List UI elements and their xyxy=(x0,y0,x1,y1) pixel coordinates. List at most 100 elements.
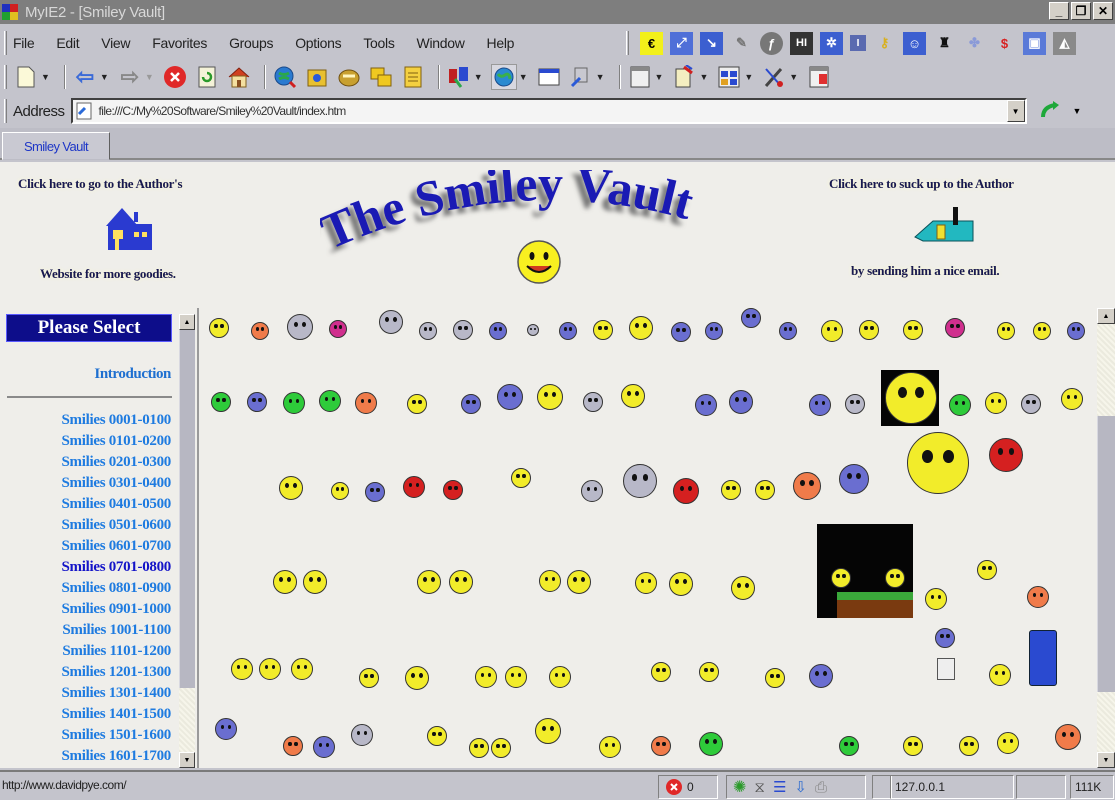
email-author-text-bottom[interactable]: by sending him a nice email. xyxy=(851,263,1000,279)
smiley-image[interactable] xyxy=(313,736,335,758)
smiley-image[interactable] xyxy=(997,322,1015,340)
scroll-thumb[interactable] xyxy=(179,330,195,688)
nav-link-0801-0900[interactable]: Smilies 0801-0900 xyxy=(62,578,172,599)
popup-filter-button[interactable] xyxy=(446,64,472,90)
smiley-image[interactable] xyxy=(699,732,723,756)
author-website-text-top[interactable]: Click here to go to the Author's xyxy=(18,176,183,192)
smiley-image[interactable] xyxy=(231,658,253,680)
nav-link-0101-0200[interactable]: Smilies 0101-0200 xyxy=(62,431,172,452)
smiley-image[interactable] xyxy=(741,308,761,328)
globe-status-icon[interactable]: ✺ xyxy=(733,777,746,797)
nav-link-1601-1700[interactable]: Smilies 1601-1700 xyxy=(62,746,172,767)
smiley-image[interactable] xyxy=(489,322,507,340)
menu-edit[interactable]: Edit xyxy=(56,35,79,51)
smiley-image[interactable] xyxy=(859,320,879,340)
smiley-image[interactable] xyxy=(629,316,653,340)
smiley-image[interactable] xyxy=(461,394,481,414)
smiley-image[interactable] xyxy=(351,724,373,746)
smiley-image[interactable] xyxy=(989,438,1023,472)
smiley-image[interactable] xyxy=(319,390,341,412)
close-button[interactable]: ✕ xyxy=(1093,2,1113,20)
smiley-image[interactable] xyxy=(623,464,657,498)
smiley-image[interactable] xyxy=(581,480,603,502)
gallery-scroll-down-button[interactable]: ▼ xyxy=(1097,752,1115,768)
key-icon[interactable]: ⚷ xyxy=(873,32,896,55)
smiley-image[interactable] xyxy=(705,322,723,340)
smiley-image[interactable] xyxy=(419,322,437,340)
scroll-down-button[interactable]: ▼ xyxy=(179,752,195,768)
smiley-image[interactable] xyxy=(283,392,305,414)
smiley-image[interactable] xyxy=(287,314,313,340)
user-icon[interactable]: ☺ xyxy=(903,31,926,55)
smiley-image[interactable] xyxy=(839,464,869,494)
smiley-image[interactable] xyxy=(1027,586,1049,608)
tile-dropdown[interactable]: ▼ xyxy=(744,72,753,82)
history-button[interactable] xyxy=(336,64,362,90)
smiley-image[interactable] xyxy=(635,572,657,594)
properties-button[interactable] xyxy=(761,64,787,90)
toolbar-grip[interactable] xyxy=(4,65,7,89)
smiley-image[interactable] xyxy=(527,324,539,336)
smiley-image[interactable] xyxy=(403,476,425,498)
smiley-image[interactable] xyxy=(669,572,693,596)
smiley-image[interactable] xyxy=(365,482,385,502)
smiley-image[interactable] xyxy=(997,732,1019,754)
spy-icon[interactable]: ♜ xyxy=(933,32,956,55)
smiley-image[interactable] xyxy=(407,394,427,414)
smiley-image[interactable] xyxy=(247,392,267,412)
popup-blocked-pane[interactable]: 0 xyxy=(658,775,718,799)
smiley-image[interactable] xyxy=(671,322,691,342)
print-status-icon[interactable]: ⎙ xyxy=(815,779,827,796)
new-window-button[interactable] xyxy=(13,64,39,90)
smiley-image[interactable] xyxy=(959,736,979,756)
nav-link-1401-1500[interactable]: Smilies 1401-1500 xyxy=(62,704,172,725)
notes-button[interactable] xyxy=(400,64,426,90)
smiley-image[interactable] xyxy=(1021,394,1041,414)
smiley-image[interactable] xyxy=(673,478,699,504)
smiley-image[interactable] xyxy=(251,322,269,340)
smiley-image[interactable] xyxy=(405,666,429,690)
network-icon[interactable]: ✲ xyxy=(820,31,843,55)
web-button[interactable] xyxy=(490,64,517,90)
smiley-image[interactable] xyxy=(845,394,865,414)
gallery-scrollbar[interactable]: ▲ ▼ xyxy=(1097,308,1115,768)
close-tab-button[interactable] xyxy=(806,64,832,90)
filter-status-icon[interactable]: ⧖ xyxy=(754,779,765,796)
back-dropdown[interactable]: ▼ xyxy=(100,72,109,82)
gallery-scroll-track-top[interactable] xyxy=(1097,324,1115,416)
addressbar-grip[interactable] xyxy=(4,99,7,123)
nav-link-1501-1600[interactable]: Smilies 1501-1600 xyxy=(62,725,172,746)
smiley-image[interactable] xyxy=(593,320,613,340)
smiley-image[interactable] xyxy=(907,432,969,494)
author-website-text-bottom[interactable]: Website for more goodies. xyxy=(40,266,176,282)
new-window-dropdown[interactable]: ▼ xyxy=(41,72,50,82)
ext-toolbar-grip[interactable] xyxy=(626,31,629,55)
smiley-image[interactable] xyxy=(599,736,621,758)
nav-link-1101-1200[interactable]: Smilies 1101-1200 xyxy=(62,641,171,662)
smiley-image[interactable] xyxy=(985,392,1007,414)
smiley-image[interactable] xyxy=(949,394,971,416)
favorites-button[interactable] xyxy=(304,64,330,90)
smiley-image[interactable] xyxy=(809,394,831,416)
smiley-image[interactable] xyxy=(839,736,859,756)
house-icon[interactable] xyxy=(104,202,156,252)
address-input[interactable]: file:///C:/My%20Software/Smiley%20Vault/… xyxy=(70,98,1027,124)
menu-tools[interactable]: Tools xyxy=(363,35,394,51)
menu-favorites[interactable]: Favorites xyxy=(152,35,207,51)
menu-file[interactable]: File xyxy=(13,35,35,51)
nav-link-0501-0600[interactable]: Smilies 0501-0600 xyxy=(62,515,172,536)
smiley-image[interactable] xyxy=(977,560,997,580)
search-button[interactable] xyxy=(272,64,298,90)
smiley-image[interactable] xyxy=(1067,322,1085,340)
smiley-image[interactable] xyxy=(559,322,577,340)
menu-options[interactable]: Options xyxy=(295,35,341,51)
resize-icon[interactable]: ⤢ xyxy=(670,31,693,55)
smiley-image[interactable] xyxy=(279,476,303,500)
popup-filter-dropdown[interactable]: ▼ xyxy=(474,72,483,82)
smiley-image[interactable] xyxy=(511,468,531,488)
smiley-image[interactable] xyxy=(497,384,523,410)
gallery-scroll-track-bottom[interactable] xyxy=(1097,692,1115,752)
nav-link-1301-1400[interactable]: Smilies 1301-1400 xyxy=(62,683,172,704)
smiley-image[interactable] xyxy=(539,570,561,592)
euro-icon[interactable]: € xyxy=(640,31,663,55)
